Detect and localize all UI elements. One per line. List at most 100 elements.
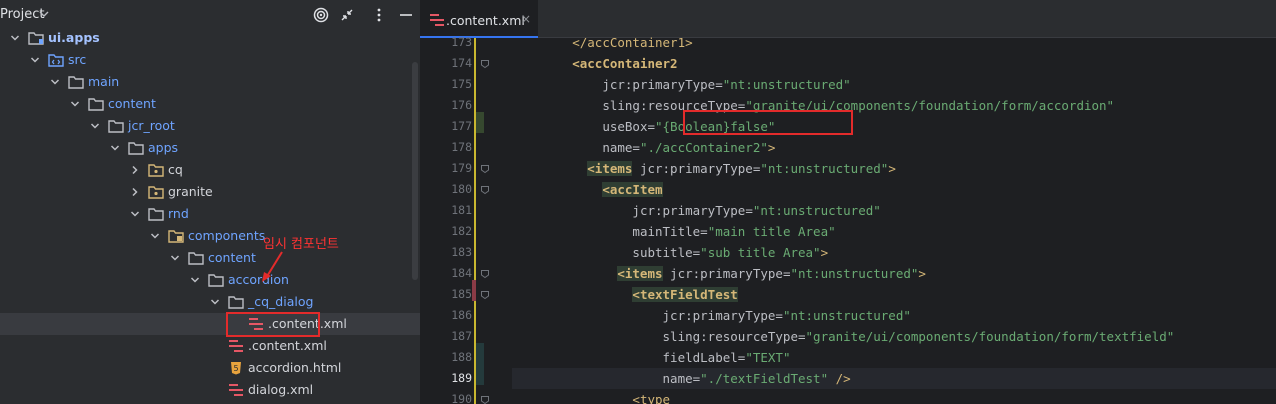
xml-tag-end: > [820,245,829,260]
chevron-right-icon[interactable] [130,165,140,175]
tree-item[interactable]: dialog.xml [0,379,420,401]
code-line[interactable]: fieldLabel="TEXT" [512,347,791,368]
tree-item[interactable]: .content.xml [0,335,420,357]
tree-item[interactable]: jcr_root [0,115,420,137]
html-file-icon: 5 [231,362,241,375]
xml-attribute: jcr:primaryType [632,203,746,218]
tree-item[interactable]: .content.xml [0,313,420,335]
folder-icon [128,142,144,155]
close-icon[interactable]: × [521,12,531,26]
fold-icon[interactable] [480,269,490,279]
code-line[interactable]: <items jcr:primaryType="nt:unstructured"… [512,158,896,179]
fold-icon[interactable] [480,185,490,195]
fold-icon[interactable] [480,164,490,174]
project-panel: Project ui.apps src main content jcr_root app… [0,0,420,404]
fold-icon[interactable] [480,59,490,69]
chevron-down-icon[interactable] [10,33,20,43]
xml-attribute-value: "./textFieldTest" [700,371,829,386]
fold-icon[interactable] [480,395,490,404]
tree-scrollbar[interactable] [412,62,418,280]
tree-item[interactable]: content [0,93,420,115]
tree-item[interactable]: ui.apps [0,27,420,49]
tree-item[interactable]: components [0,225,420,247]
xml-attribute-value: "main title Area" [707,224,836,239]
folder-icon [68,76,84,89]
code-line[interactable]: name="./accContainer2"> [512,137,775,158]
tree-item-label: accordion.html [248,360,342,375]
tree-item[interactable]: main [0,71,420,93]
xml-attribute-value: "TEXT" [745,350,791,365]
xml-attribute-value: "./accContainer2" [639,140,768,155]
xml-attribute: name [662,371,693,386]
xml-attribute-value: "nt:unstructured" [722,77,851,92]
tab-label: .content.xml [446,13,525,28]
xml-attribute: mainTitle [632,224,701,239]
code-line[interactable]: sling:resourceType="granite/ui/component… [512,326,1175,347]
tree-item-label: jcr_root [128,118,175,133]
xml-tag: <textFieldTest [632,287,738,302]
chevron-down-icon[interactable] [38,7,50,21]
chevron-down-icon[interactable] [210,297,220,307]
line-number: 175 [451,77,472,91]
chevron-down-icon[interactable] [50,77,60,87]
line-number: 183 [451,245,472,259]
line-number: 179 [451,161,472,175]
chevron-down-icon[interactable] [110,143,120,153]
code-line[interactable]: </accContainer1> [512,32,693,53]
chevron-right-icon[interactable] [130,187,140,197]
code-area[interactable]: </accContainer1> <accContainer2 jcr:prim… [512,35,1276,404]
chevron-down-icon[interactable] [150,231,160,241]
xml-attribute: fieldLabel [662,350,738,365]
code-line[interactable]: jcr:primaryType="nt:unstructured" [512,74,851,95]
minimize-icon[interactable] [397,6,415,24]
collapse-icon[interactable] [338,6,356,24]
line-number: 173 [451,35,472,49]
target-icon[interactable] [312,6,330,24]
tree-item[interactable]: accordion [0,269,420,291]
line-number: 188 [451,350,472,364]
xml-tag-end: > [767,140,776,155]
module-folder-icon [28,32,44,45]
more-icon[interactable] [370,6,388,24]
fold-icon[interactable] [480,290,490,300]
tree-item[interactable]: cq [0,159,420,181]
tree-item[interactable]: _cq_dialog [0,291,420,313]
chevron-down-icon[interactable] [170,253,180,263]
code-line[interactable]: <type [512,389,670,404]
tree-item-label: components [188,228,266,243]
xml-attribute-value: "nt:unstructured" [760,161,889,176]
tree-item[interactable]: src [0,49,420,71]
code-line[interactable]: <accItem [512,179,663,200]
code-line[interactable]: <accContainer2 [512,53,677,74]
code-line[interactable]: jcr:primaryType="nt:unstructured" [512,200,880,221]
code-line[interactable]: jcr:primaryType="nt:unstructured" [512,305,911,326]
line-number: 182 [451,224,472,238]
chevron-down-icon[interactable] [130,209,140,219]
tree-item-label: content [108,96,156,111]
xml-tag: <accItem [602,182,663,197]
chevron-down-icon[interactable] [190,275,200,285]
tree-item[interactable]: rnd [0,203,420,225]
chevron-down-icon[interactable] [70,99,80,109]
tree-item-label: .content.xml [248,338,327,353]
xml-attribute: jcr:primaryType [639,161,753,176]
xml-attribute-value: "nt:unstructured" [782,308,911,323]
xml-tag: </accContainer1> [572,35,693,50]
tree-item[interactable]: 5 accordion.html [0,357,420,379]
code-line[interactable]: <items jcr:primaryType="nt:unstructured"… [512,263,926,284]
code-line[interactable]: subtitle="sub title Area"> [512,242,828,263]
code-line[interactable]: name="./textFieldTest" /> [512,368,1276,389]
annotation-arrow-icon [262,251,283,282]
code-line[interactable]: <textFieldTest [512,284,738,305]
xml-attribute-value: "granite/ui/components/foundation/form/t… [805,329,1175,344]
chevron-down-icon[interactable] [90,121,100,131]
tree-item[interactable]: granite [0,181,420,203]
annotation-box-selected-file [226,312,320,337]
tree-item[interactable]: content [0,247,420,269]
tree-item[interactable]: apps [0,137,420,159]
line-number-gutter: 173 174 175 176 177 178 179 180 181 182 183 184 185 1… [420,35,512,404]
line-number: 177 [451,119,472,133]
code-line[interactable]: mainTitle="main title Area" [512,221,836,242]
tree-item-label: src [68,52,87,67]
chevron-down-icon[interactable] [30,55,40,65]
